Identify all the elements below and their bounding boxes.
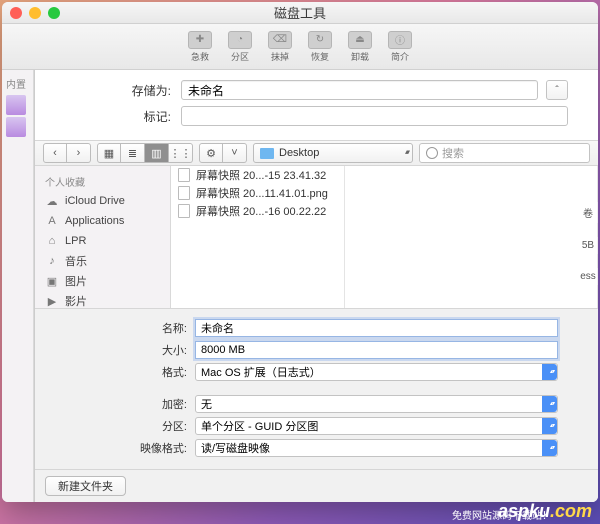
disk-sidebar: 内置 [2,70,34,502]
file-row[interactable]: 屏幕快照 20...-16 00.22.22 [171,202,344,220]
preview-column [345,166,598,308]
erase-icon: ⌫ [268,31,292,49]
opt-format-label: 格式: [75,364,195,380]
toolbar-erase[interactable]: ⌫抹掉 [262,31,298,63]
location-name: Desktop [279,147,319,159]
music-icon: ♪ [45,254,59,268]
nav-group: ‹ › [43,143,91,163]
folder-icon [260,148,274,159]
view-list-button[interactable]: ≣ [121,143,145,163]
view-column-button[interactable]: ▥ [145,143,169,163]
tags-label: 标记: [65,108,181,125]
opt-encryption-select[interactable]: 无 [195,395,558,413]
file-name: 屏幕快照 20...-16 00.22.22 [196,203,338,219]
sidebar-item-label: 影片 [65,293,87,308]
view-switcher: ▦ ≣ ▥ ⋮⋮ [97,143,193,163]
sidebar-item-label: 音乐 [65,253,87,269]
save-sheet: 存储为: ˆ 标记: ‹ › ▦ ≣ ▥ ⋮⋮ [34,70,598,502]
opt-size-input[interactable] [195,341,558,359]
sidebar-item-label: 图片 [65,273,87,289]
opt-name-input[interactable] [195,319,558,337]
minimize-button[interactable] [29,7,41,19]
window-controls [10,7,60,19]
file-row[interactable]: 屏幕快照 20...-15 23.41.32 [171,166,344,184]
sidebar-item-label: LPR [65,235,86,247]
nav-forward-button[interactable]: › [67,143,91,163]
save-header: 存储为: ˆ 标记: [35,70,598,140]
sidebar-section-internal: 内置 [6,76,29,91]
toolbar: ✚急救 ◔分区 ⌫抹掉 ↻恢复 ⏏卸载 ⓘ简介 [2,24,598,70]
opt-size-label: 大小: [75,342,195,358]
toolbar-info[interactable]: ⓘ简介 [382,31,418,63]
sidebar-item-icloud drive[interactable]: ☁ iCloud Drive [35,191,170,211]
toolbar-first-aid[interactable]: ✚急救 [182,31,218,63]
opt-format-select[interactable]: Mac OS 扩展（日志式） [195,363,558,381]
sidebar-item-影片[interactable]: ▶ 影片 [35,291,170,308]
disclosure-button[interactable]: ˆ [546,80,568,100]
sidebar-item-lpr[interactable]: ⌂ LPR [35,231,170,251]
opt-image-format-label: 映像格式: [75,440,195,456]
restore-icon: ↻ [308,31,332,49]
column-view: 屏幕快照 20...-15 23.41.32 屏幕快照 20...11.41.01… [171,166,598,308]
favorites-sidebar: 个人收藏 ☁ iCloud Drive A Applications ⌂ LPR ♪ 音乐 ▣ 图… [35,166,171,308]
file-row[interactable]: 屏幕快照 20...11.41.01.png [171,184,344,202]
titlebar: 磁盘工具 [2,2,598,24]
grouping-icon: ⚙ [199,143,223,163]
file-column: 屏幕快照 20...-15 23.41.32 屏幕快照 20...11.41.01… [171,166,345,308]
grouping-menu[interactable]: ⚙ ˅ [199,143,247,163]
chevron-down-icon: ˅ [223,143,247,163]
sidebar-item-图片[interactable]: ▣ 图片 [35,271,170,291]
image-options: 名称: 大小: 格式:Mac OS 扩展（日志式） 加密:无 分区:单个分区 -… [35,308,598,469]
sidebar-item-label: iCloud Drive [65,195,125,207]
home-icon: ⌂ [45,234,59,248]
disk-item[interactable] [6,117,26,137]
toolbar-unmount[interactable]: ⏏卸载 [342,31,378,63]
file-icon [177,186,191,200]
close-button[interactable] [10,7,22,19]
disk-utility-window: 磁盘工具 ✚急救 ◔分区 ⌫抹掉 ↻恢复 ⏏卸载 ⓘ简介 内置 存储为: ˆ 标… [2,2,598,502]
toolbar-restore[interactable]: ↻恢复 [302,31,338,63]
watermark: aspku.com [498,501,592,522]
view-icon-button[interactable]: ▦ [97,143,121,163]
toolbar-partition[interactable]: ◔分区 [222,31,258,63]
disk-item[interactable] [6,95,26,115]
unmount-icon: ⏏ [348,31,372,49]
search-input[interactable]: 搜索 [419,143,590,163]
view-gallery-button[interactable]: ⋮⋮ [169,143,193,163]
file-icon [177,204,191,218]
browser-toolbar: ‹ › ▦ ≣ ▥ ⋮⋮ ⚙ ˅ Desktop 搜索 [35,140,598,166]
sidebar-item-applications[interactable]: A Applications [35,211,170,231]
opt-partition-select[interactable]: 单个分区 - GUID 分区图 [195,417,558,435]
cloud-icon: ☁ [45,194,59,208]
sidebar-item-label: Applications [65,215,124,227]
info-icon: ⓘ [388,31,412,49]
opt-name-label: 名称: [75,320,195,336]
opt-image-format-select[interactable]: 读/写磁盘映像 [195,439,558,457]
sidebar-item-音乐[interactable]: ♪ 音乐 [35,251,170,271]
new-folder-button[interactable]: 新建文件夹 [45,476,126,496]
opt-encryption-label: 加密: [75,396,195,412]
file-icon [177,168,191,182]
sheet-footer: 新建文件夹 [35,469,598,502]
nav-back-button[interactable]: ‹ [43,143,67,163]
first-aid-icon: ✚ [188,31,212,49]
favorites-header: 个人收藏 [35,172,170,191]
file-name: 屏幕快照 20...11.41.01.png [196,185,338,201]
save-as-label: 存储为: [65,82,181,99]
maximize-button[interactable] [48,7,60,19]
window-title: 磁盘工具 [2,3,598,22]
pictures-icon: ▣ [45,274,59,288]
partition-icon: ◔ [228,31,252,49]
save-as-input[interactable] [181,80,538,100]
tags-input[interactable] [181,106,568,126]
file-name: 屏幕快照 20...-15 23.41.32 [196,167,338,183]
movies-icon: ▶ [45,294,59,308]
opt-partition-label: 分区: [75,418,195,434]
apps-icon: A [45,214,59,228]
location-popup[interactable]: Desktop [253,143,413,163]
